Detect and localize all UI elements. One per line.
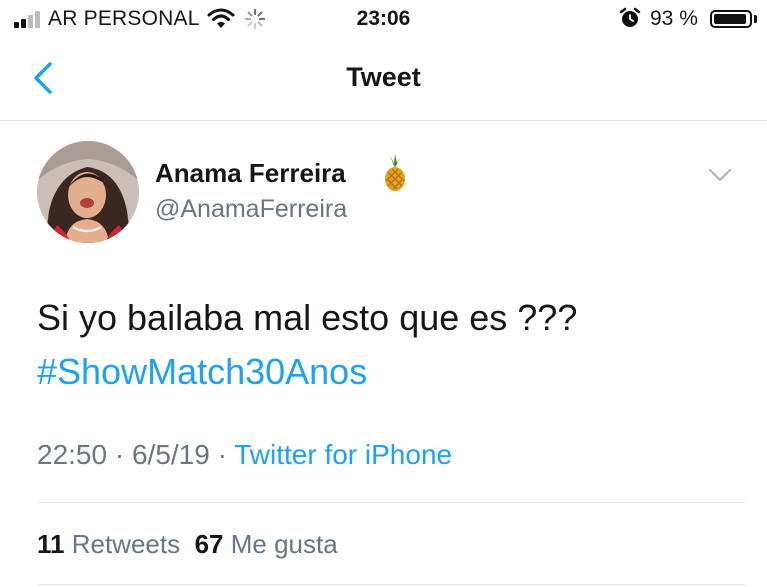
battery-nub <box>754 15 757 23</box>
author-handle[interactable]: @AnamaFerreira <box>155 195 347 224</box>
alarm-icon <box>619 7 641 27</box>
pineapple-icon <box>385 154 405 191</box>
meta-separator: · <box>107 439 132 470</box>
tweet-date: 6/5/19 <box>131 439 210 470</box>
divider <box>37 502 745 503</box>
likes-label: Me gusta <box>230 529 338 559</box>
battery-fill <box>714 14 746 24</box>
retweets-stat[interactable]: 11 Retweets <box>37 529 180 559</box>
tweet-text: Si yo bailaba mal esto que es ??? #ShowM… <box>37 291 577 399</box>
battery-icon <box>710 10 752 28</box>
avatar[interactable] <box>37 141 139 243</box>
chevron-down-icon[interactable] <box>707 166 733 184</box>
meta-separator: · <box>209 439 235 470</box>
tweet-body: Si yo bailaba mal esto que es ??? <box>37 297 578 338</box>
retweets-label: Retweets <box>71 529 181 559</box>
tweet-stats: 11 Retweets 67 Me gusta <box>37 529 338 560</box>
tweet-hashtag[interactable]: #ShowMatch30Anos <box>37 345 577 399</box>
battery-percent: 93 % <box>650 7 698 30</box>
likes-stat[interactable]: 67 Me gusta <box>195 529 338 559</box>
tweet-time: 22:50 <box>37 439 108 470</box>
retweets-count: 11 <box>37 529 65 559</box>
divider <box>37 584 745 585</box>
page-title: Tweet <box>346 62 421 92</box>
author-name[interactable]: Anama Ferreira <box>155 158 346 189</box>
tweet-meta: 22:50 · 6/5/19 · Twitter for iPhone <box>37 439 452 471</box>
status-bar: AR PERSONAL 23:06 93 % <box>0 0 767 40</box>
tweet-source-link[interactable]: Twitter for iPhone <box>234 439 452 470</box>
avatar-image <box>37 141 139 243</box>
likes-count: 67 <box>194 529 224 559</box>
nav-bar: Tweet <box>0 40 767 121</box>
